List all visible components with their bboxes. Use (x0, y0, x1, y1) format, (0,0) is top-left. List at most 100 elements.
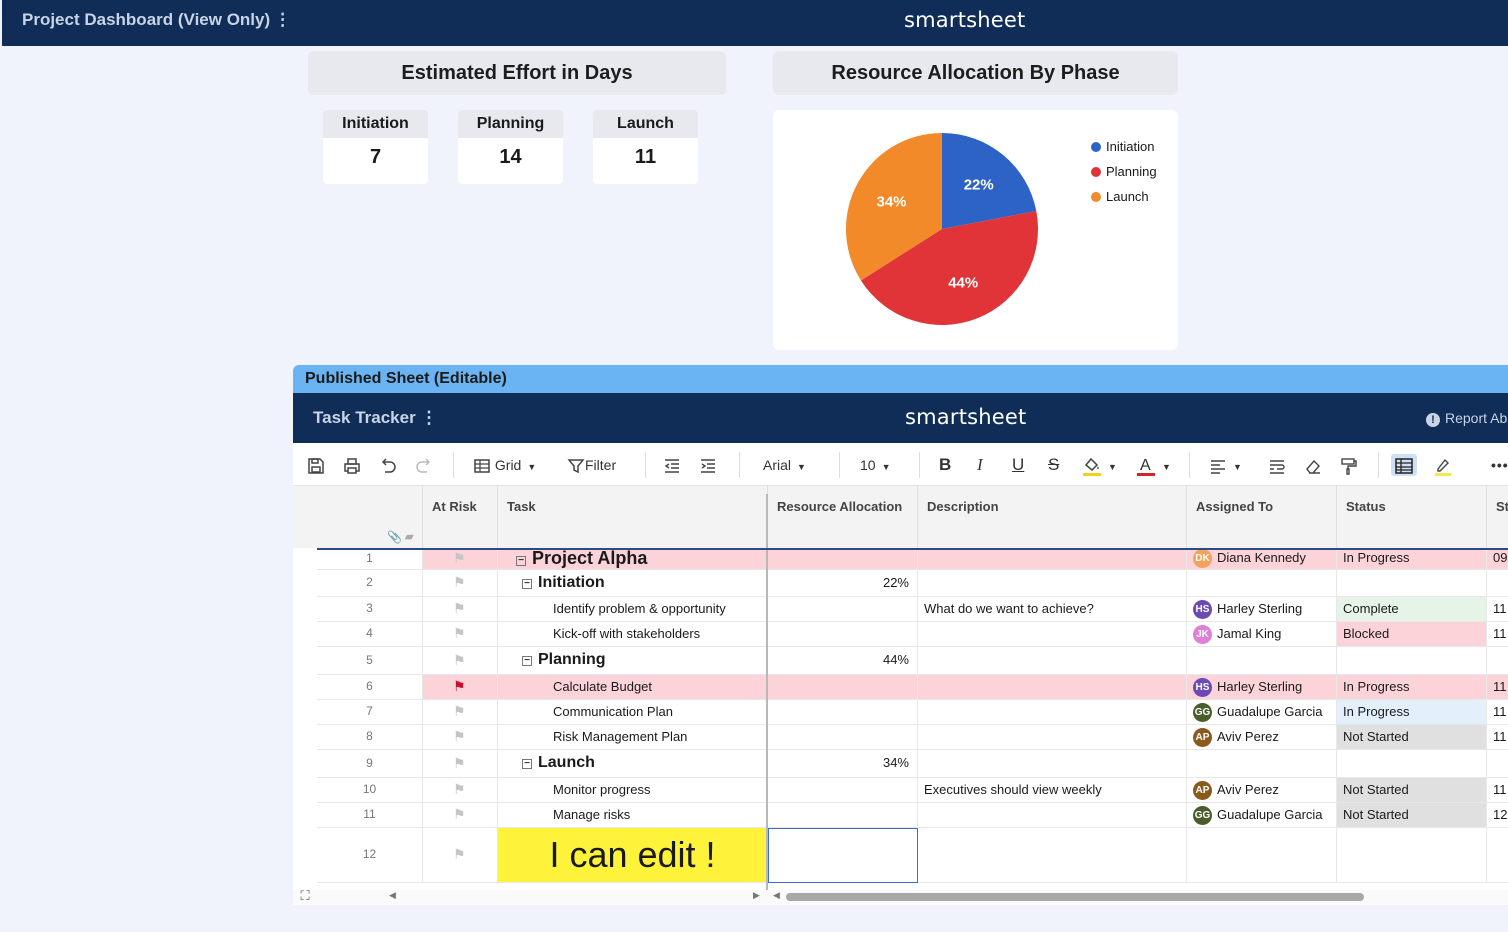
resource-allocation-cell[interactable] (768, 622, 918, 647)
description-cell[interactable] (918, 622, 1187, 647)
dashboard-menu-icon[interactable]: ⋮ (274, 10, 291, 29)
status-cell[interactable]: Blocked (1337, 622, 1487, 647)
assigned-to-cell[interactable]: AP Aviv Perez (1187, 778, 1337, 803)
task-cell[interactable]: Kick-off with stakeholders (498, 622, 768, 647)
text-color-button[interactable]: A ▼ (1136, 454, 1171, 477)
grid-lines-toggle[interactable] (1391, 454, 1417, 476)
at-risk-flag-icon[interactable]: ⚑ (453, 678, 466, 694)
flag-icon[interactable]: ⚑ (453, 600, 466, 616)
resource-allocation-cell[interactable]: 22% (768, 570, 918, 597)
underline-button[interactable]: U (1012, 454, 1024, 476)
filter-button[interactable]: Filter (567, 454, 616, 476)
row-number[interactable]: 4 (317, 622, 423, 647)
resource-allocation-cell[interactable] (768, 548, 918, 570)
at-risk-cell[interactable]: ⚑ (423, 828, 498, 883)
resource-allocation-cell[interactable] (768, 597, 918, 622)
description-cell[interactable]: Executives should view weekly (918, 778, 1187, 803)
status-cell[interactable] (1337, 750, 1487, 778)
assigned-to-cell[interactable]: AP Aviv Perez (1187, 725, 1337, 750)
start-date-cell[interactable]: 11 (1487, 700, 1508, 725)
description-cell[interactable] (918, 700, 1187, 725)
row-number[interactable]: 12 (317, 828, 423, 883)
font-family-select[interactable]: Arial ▼ (763, 454, 806, 476)
start-date-cell[interactable]: 11 (1487, 675, 1508, 700)
indent-icon[interactable] (699, 454, 717, 476)
assigned-to-cell[interactable]: HS Harley Sterling (1187, 675, 1337, 700)
collapse-toggle-icon[interactable]: − (516, 556, 526, 566)
row-number[interactable]: 10 (317, 778, 423, 803)
tracker-title[interactable]: Task Tracker ⋮ (313, 408, 437, 428)
status-cell[interactable]: Not Started (1337, 803, 1487, 828)
description-cell[interactable] (918, 828, 1187, 883)
collapse-toggle-icon[interactable]: − (522, 579, 532, 589)
task-cell[interactable]: Identify problem & opportunity (498, 597, 768, 622)
task-cell[interactable]: Manage risks (498, 803, 768, 828)
flag-icon[interactable]: ⚑ (453, 625, 466, 641)
expand-icon[interactable]: ⛶ (293, 888, 317, 906)
task-cell[interactable]: − Initiation (498, 570, 768, 597)
flag-icon[interactable]: ⚑ (453, 703, 466, 719)
at-risk-cell[interactable]: ⚑ (423, 803, 498, 828)
report-abuse-link[interactable]: ! Report Ab (1426, 410, 1507, 427)
description-cell[interactable] (918, 570, 1187, 597)
status-cell[interactable] (1337, 647, 1487, 675)
at-risk-cell[interactable]: ⚑ (423, 570, 498, 597)
at-risk-cell[interactable]: ⚑ (423, 597, 498, 622)
description-cell[interactable] (918, 725, 1187, 750)
task-cell[interactable]: Calculate Budget (498, 675, 768, 700)
assigned-to-cell[interactable]: GG Guadalupe Garcia (1187, 803, 1337, 828)
description-cell[interactable] (918, 548, 1187, 570)
eraser-icon[interactable] (1304, 454, 1322, 476)
assigned-to-cell[interactable]: DK Diana Kennedy (1187, 548, 1337, 570)
at-risk-cell[interactable]: ⚑ (423, 778, 498, 803)
collapse-toggle-icon[interactable]: − (522, 759, 532, 769)
row-number[interactable]: 11 (317, 803, 423, 828)
start-date-cell[interactable] (1487, 750, 1508, 778)
status-cell[interactable]: Not Started (1337, 725, 1487, 750)
fill-color-button[interactable]: ▼ (1082, 454, 1117, 477)
column-header-assigned-to[interactable]: Assigned To (1187, 486, 1337, 548)
start-date-cell[interactable]: 11 (1487, 597, 1508, 622)
scroll-left-icon[interactable]: ◀ (773, 890, 780, 901)
format-painter-icon[interactable] (1339, 454, 1357, 476)
assigned-to-cell[interactable]: GG Guadalupe Garcia (1187, 700, 1337, 725)
flag-icon[interactable]: ⚑ (453, 806, 466, 822)
start-date-cell[interactable] (1487, 647, 1508, 675)
redo-icon[interactable] (415, 454, 433, 476)
resource-allocation-cell[interactable] (768, 828, 918, 883)
flag-icon[interactable]: ⚑ (453, 574, 466, 590)
column-header-at-risk[interactable]: At Risk (423, 486, 498, 548)
column-header-task[interactable]: Task (498, 486, 768, 548)
grid-view-button[interactable]: Grid ▼ (473, 454, 536, 476)
column-header-resource-allocation[interactable]: Resource Allocation (768, 486, 918, 548)
task-cell[interactable]: Communication Plan (498, 700, 768, 725)
at-risk-cell[interactable]: ⚑ (423, 750, 498, 778)
task-cell[interactable]: Risk Management Plan (498, 725, 768, 750)
task-cell[interactable]: − Planning (498, 647, 768, 675)
freeze-pane-divider[interactable] (766, 494, 768, 904)
row-number[interactable]: 1 (317, 548, 423, 570)
scroll-left-icon[interactable]: ◀ (389, 890, 396, 901)
resource-allocation-cell[interactable] (768, 778, 918, 803)
start-date-cell[interactable] (1487, 570, 1508, 597)
wrap-text-icon[interactable] (1268, 454, 1286, 476)
description-cell[interactable] (918, 750, 1187, 778)
start-date-cell[interactable]: 12 (1487, 803, 1508, 828)
task-cell[interactable]: − Launch (498, 750, 768, 778)
resource-allocation-cell[interactable] (768, 675, 918, 700)
outdent-icon[interactable] (663, 454, 681, 476)
assigned-to-cell[interactable] (1187, 570, 1337, 597)
description-cell[interactable]: What do we want to achieve? (918, 597, 1187, 622)
scroll-right-icon[interactable]: ▶ (753, 890, 760, 901)
status-cell[interactable]: In Progress (1337, 700, 1487, 725)
flag-icon[interactable]: ⚑ (453, 846, 466, 862)
task-cell[interactable]: − Project Alpha (498, 548, 768, 570)
collapse-toggle-icon[interactable]: − (522, 656, 532, 666)
start-date-cell[interactable]: 11 (1487, 725, 1508, 750)
assigned-to-cell[interactable] (1187, 647, 1337, 675)
row-number[interactable]: 7 (317, 700, 423, 725)
row-number[interactable]: 3 (317, 597, 423, 622)
status-cell[interactable]: In Progress (1337, 548, 1487, 570)
row-number[interactable]: 5 (317, 647, 423, 675)
save-icon[interactable] (307, 454, 325, 476)
